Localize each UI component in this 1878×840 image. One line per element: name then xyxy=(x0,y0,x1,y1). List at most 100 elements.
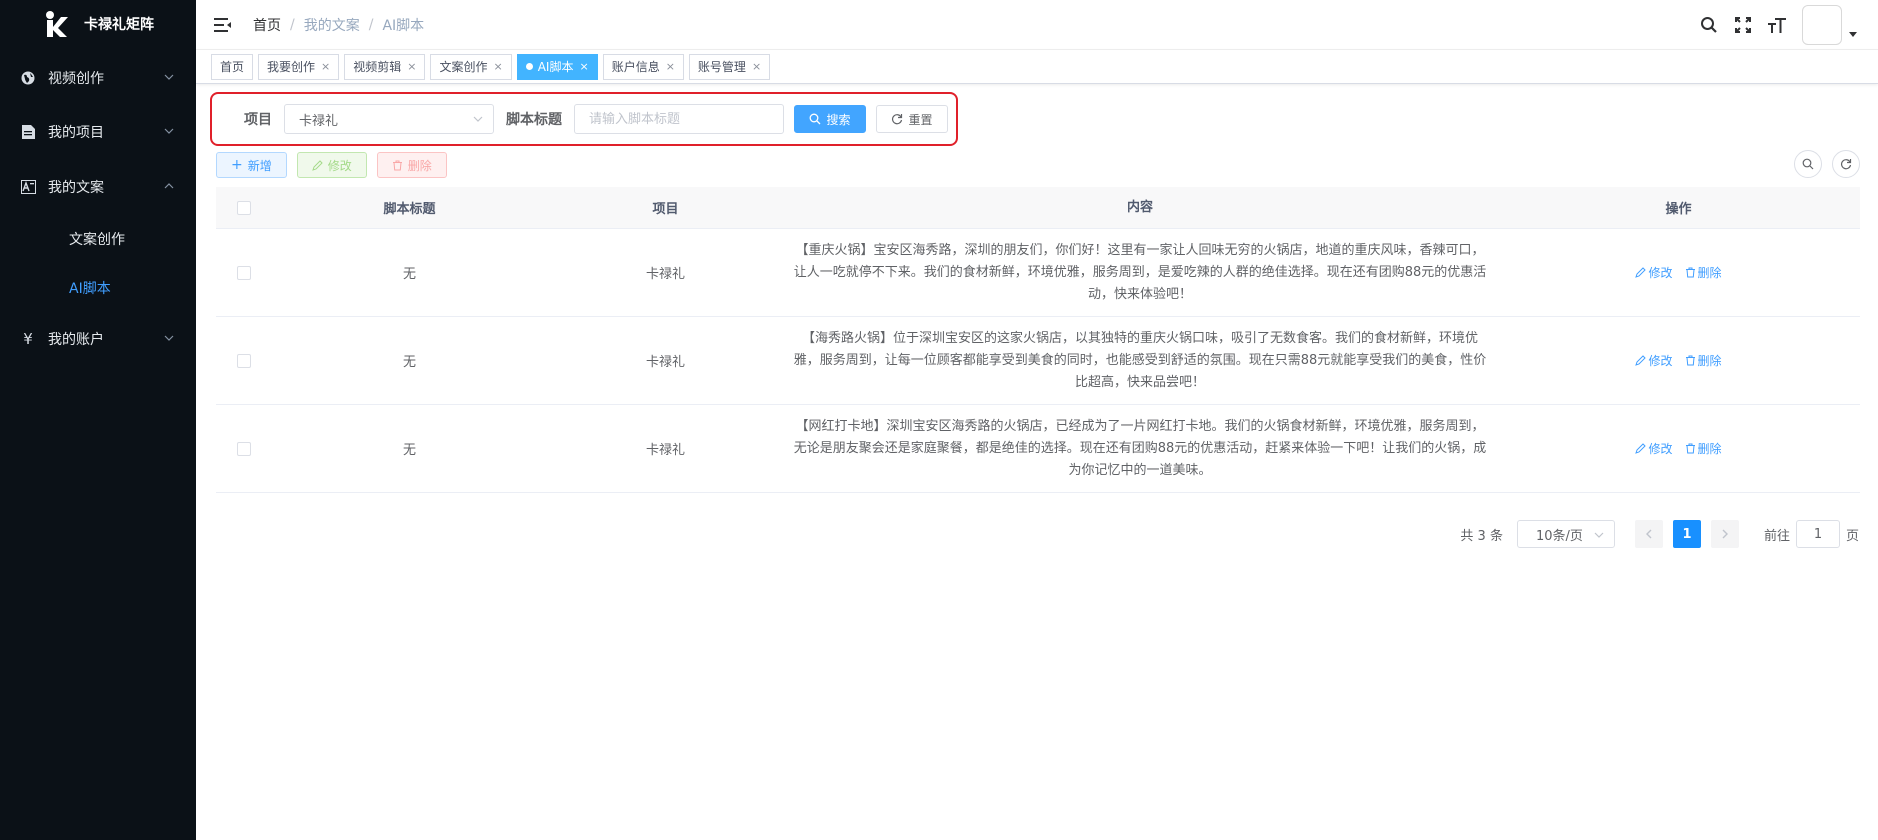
sidebar-item-my-account[interactable]: ¥ 我的账户 xyxy=(0,311,196,366)
caret-down-icon[interactable] xyxy=(1848,29,1858,39)
tag-account-info[interactable]: 账户信息 × xyxy=(602,53,684,80)
sidebar-item-label: 我的账户 xyxy=(48,331,104,348)
search-form: 项目 卡禄礼 脚本标题 搜索 重置 xyxy=(210,92,958,146)
row-edit-link[interactable]: 修改 xyxy=(1635,440,1673,457)
row-delete-link[interactable]: 删除 xyxy=(1685,352,1722,369)
search-icon xyxy=(810,113,821,125)
sidebar-item-label: 视频创作 xyxy=(48,70,104,87)
add-button-label: 新增 xyxy=(247,158,272,173)
search-button[interactable]: 搜索 xyxy=(794,105,866,133)
chevron-down-icon xyxy=(473,116,483,122)
delete-button[interactable]: 删除 xyxy=(376,152,447,178)
close-icon[interactable]: × xyxy=(752,60,761,73)
tag-label: AI脚本 xyxy=(537,60,574,74)
table-row: 无 卡禄礼 【网红打卡地】深圳宝安区海秀路的火锅店，已经成为了一片网红打卡地。我… xyxy=(216,405,1860,493)
project-select[interactable]: 卡禄礼 xyxy=(284,104,494,134)
tag-ai-script[interactable]: AI脚本 × xyxy=(516,53,598,80)
submenu-item-copy-creation[interactable]: 文案创作 xyxy=(0,214,196,263)
page-number[interactable]: 1 xyxy=(1672,520,1701,548)
row-delete-link[interactable]: 删除 xyxy=(1685,264,1722,281)
page-jumper: 前往 页 xyxy=(1764,520,1859,548)
cell-title: 无 xyxy=(402,267,416,282)
page-size-value: 10条/页 xyxy=(1535,528,1583,544)
trash-icon xyxy=(1685,267,1695,278)
trash-icon xyxy=(392,160,402,170)
breadcrumb-separator: / xyxy=(290,16,295,33)
document-icon xyxy=(20,124,36,140)
cell-title: 无 xyxy=(402,443,416,458)
row-edit-link[interactable]: 修改 xyxy=(1635,264,1673,281)
edit-label: 修改 xyxy=(1648,354,1673,368)
table-row: 无 卡禄礼 【海秀路火锅】位于深圳宝安区的这家火锅店，以其独特的重庆火锅口味，吸… xyxy=(216,317,1860,405)
refresh-button[interactable] xyxy=(1832,150,1860,178)
cell-content: 【海秀路火锅】位于深圳宝安区的这家火锅店，以其独特的重庆火锅口味，吸引了无数食客… xyxy=(793,330,1487,390)
close-icon[interactable]: × xyxy=(579,60,588,73)
row-checkbox[interactable] xyxy=(236,353,251,368)
chevron-down-icon xyxy=(1594,532,1604,538)
refresh-icon xyxy=(1840,159,1852,170)
tag-create[interactable]: 我要创作 × xyxy=(258,53,340,80)
chevron-down-icon xyxy=(164,128,174,134)
refresh-icon xyxy=(892,114,903,125)
reset-button[interactable]: 重置 xyxy=(876,105,948,133)
project-label: 项目 xyxy=(244,112,272,128)
select-all-checkbox[interactable] xyxy=(236,200,251,215)
row-checkbox[interactable] xyxy=(236,265,251,280)
edit-button[interactable]: 修改 xyxy=(296,152,367,178)
tag-account-manage[interactable]: 账号管理 × xyxy=(688,53,771,80)
fullscreen-icon[interactable] xyxy=(1732,14,1754,36)
edit-button-label: 修改 xyxy=(327,158,352,173)
toolbar: + 新增 修改 删除 xyxy=(216,152,457,178)
goto-prefix: 前往 xyxy=(1763,528,1790,544)
breadcrumb: 首页 / 我的文案 / AI脚本 xyxy=(253,15,424,35)
script-table: 脚本标题 项目 内容 操作 无 卡禄礼 【重庆火锅】宝安区海秀路，深圳的朋友们，… xyxy=(216,187,1860,493)
chevron-down-icon xyxy=(164,74,174,80)
font-size-icon[interactable] xyxy=(1766,14,1788,36)
header-title: 脚本标题 xyxy=(383,202,436,217)
trash-icon xyxy=(1685,443,1695,454)
script-title-input[interactable] xyxy=(574,104,784,134)
hamburger-icon[interactable] xyxy=(213,15,233,35)
page-size-select[interactable]: 10条/页 xyxy=(1516,520,1615,548)
edit-icon xyxy=(311,159,323,171)
sidebar: 卡禄礼矩阵 视频创作 我的项目 我的文案 文案创作 AI脚本 ¥ 我的账户 xyxy=(0,0,196,840)
text-image-icon xyxy=(20,179,36,195)
cell-project: 卡禄礼 xyxy=(645,267,685,282)
prev-page-button[interactable] xyxy=(1634,520,1663,548)
breadcrumb-my-copywriting[interactable]: 我的文案 xyxy=(304,15,360,35)
edit-icon xyxy=(1635,267,1647,278)
sidebar-item-video-creation[interactable]: 视频创作 xyxy=(0,50,196,105)
breadcrumb-home[interactable]: 首页 xyxy=(253,15,281,35)
tag-video-edit[interactable]: 视频剪辑 × xyxy=(344,53,426,80)
close-icon[interactable]: × xyxy=(407,60,416,73)
tag-copy-creation[interactable]: 文案创作 × xyxy=(430,53,512,80)
sidebar-item-label: 我的项目 xyxy=(48,124,104,141)
tag-home[interactable]: 首页 xyxy=(211,53,254,80)
delete-label: 删除 xyxy=(1697,442,1722,456)
row-delete-link[interactable]: 删除 xyxy=(1685,440,1722,457)
logo-icon xyxy=(42,8,74,40)
submenu-item-ai-script[interactable]: AI脚本 xyxy=(0,263,196,312)
close-icon[interactable]: × xyxy=(321,60,330,73)
sidebar-item-my-copywriting[interactable]: 我的文案 xyxy=(0,159,196,214)
yen-icon: ¥ xyxy=(23,329,33,348)
search-icon[interactable] xyxy=(1698,14,1720,36)
chevron-down-icon xyxy=(164,335,174,341)
logo[interactable]: 卡禄礼矩阵 xyxy=(0,0,196,48)
add-button[interactable]: + 新增 xyxy=(216,152,287,178)
close-icon[interactable]: × xyxy=(666,60,675,73)
close-icon[interactable]: × xyxy=(494,60,503,73)
tag-label: 账号管理 xyxy=(697,60,746,74)
row-checkbox[interactable] xyxy=(236,441,251,456)
tag-label: 我要创作 xyxy=(267,60,316,74)
navbar: 首页 / 我的文案 / AI脚本 xyxy=(196,0,1878,50)
toggle-search-button[interactable] xyxy=(1794,150,1822,178)
avatar[interactable] xyxy=(1802,5,1842,45)
project-select-value: 卡禄礼 xyxy=(299,113,339,129)
cell-content: 【网红打卡地】深圳宝安区海秀路的火锅店，已经成为了一片网红打卡地。我们的火锅食材… xyxy=(793,418,1487,478)
next-page-button[interactable] xyxy=(1710,520,1739,548)
row-edit-link[interactable]: 修改 xyxy=(1635,352,1673,369)
sidebar-item-my-projects[interactable]: 我的项目 xyxy=(0,104,196,159)
breadcrumb-current: AI脚本 xyxy=(382,17,425,34)
goto-page-input[interactable] xyxy=(1795,520,1840,548)
